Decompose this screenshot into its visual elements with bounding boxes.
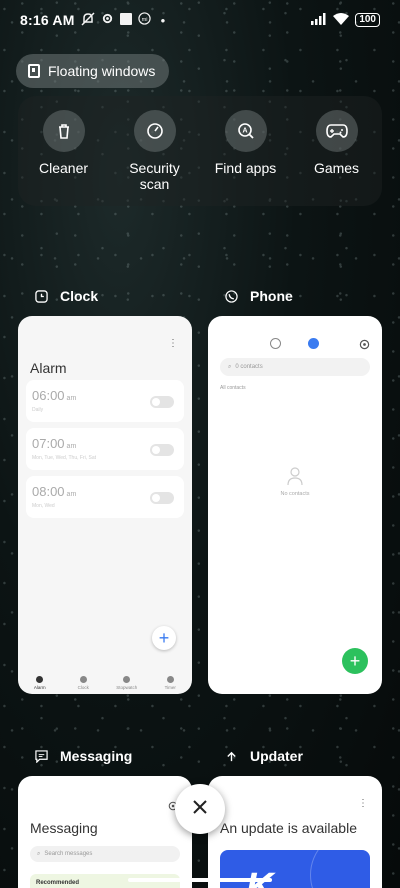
dot-icon: • (160, 12, 166, 28)
update-banner: K (220, 850, 370, 888)
status-bar: 8:16 AM mi • 100 (0, 0, 400, 40)
banner-decoration (310, 850, 370, 888)
floating-windows-button[interactable]: Floating windows (16, 54, 170, 88)
empty-state-text: No contacts (280, 491, 310, 497)
quick-tools-panel: Cleaner Security scan A Find apps Games (18, 96, 382, 206)
tool-cleaner[interactable]: Cleaner (18, 96, 109, 206)
search-icon: ⌕ (228, 363, 232, 370)
nav-alarm: Alarm (18, 676, 62, 690)
app-name: Phone (250, 288, 293, 304)
mute-icon (81, 11, 95, 29)
phone-app-icon (224, 289, 238, 303)
signal-icon (311, 12, 327, 28)
clock-app-icon (34, 289, 48, 303)
add-alarm-button: + (152, 626, 176, 650)
clear-all-button[interactable] (175, 784, 225, 834)
nav-stopwatch: Stopwatch (105, 676, 149, 690)
tool-games[interactable]: Games (291, 96, 382, 206)
tool-label: Cleaner (38, 160, 89, 176)
close-icon (192, 799, 208, 820)
alarm-item: 07:00 am Mon, Tue, Wed, Thu, Fri, Sat (26, 428, 184, 470)
nav-clock: Clock (62, 676, 106, 690)
tool-find-apps[interactable]: A Find apps (200, 96, 291, 206)
app-header-phone: Phone (224, 288, 293, 304)
more-options-icon[interactable]: ⋮ (358, 798, 368, 809)
alarm-period: am (66, 395, 77, 402)
message-app-icon (34, 749, 48, 763)
gamepad-icon (315, 110, 358, 152)
app-name: Updater (250, 748, 303, 764)
trash-icon (42, 110, 85, 152)
stopwatch-icon (123, 676, 131, 683)
banner-letter: K (246, 866, 274, 888)
alarm-time: 08:00 (32, 484, 65, 499)
app-name: Clock (60, 288, 99, 304)
alarm-toggle (150, 396, 174, 408)
messages-search: ⌕ Search messages (30, 846, 180, 862)
screen-title: Messaging (30, 820, 98, 836)
alarm-time: 07:00 (32, 436, 65, 451)
home-indicator[interactable] (128, 878, 272, 882)
recent-card-clock[interactable]: ⋮ Alarm 06:00 am Daily 07:00 am Mon, Tue, … (18, 316, 192, 694)
alarm-time: 06:00 (32, 388, 65, 403)
tool-label: Find apps (214, 160, 277, 176)
person-icon (286, 466, 304, 486)
svg-text:A: A (242, 128, 247, 135)
recent-card-updater[interactable]: ⋮ An update is available K (208, 776, 382, 888)
tool-label: Games (313, 160, 360, 176)
updater-app-icon (224, 749, 238, 763)
alarm-repeat: Mon, Wed (32, 503, 55, 509)
contacts-search-placeholder: 0 contacts (235, 364, 263, 370)
app-header-updater: Updater (224, 748, 303, 764)
gauge-icon (133, 110, 176, 152)
app-header-messaging: Messaging (34, 748, 132, 764)
search-a-icon: A (224, 110, 267, 152)
settings-gear-icon (359, 337, 370, 355)
alarm-item: 08:00 am Mon, Wed (26, 476, 184, 518)
clock-icon (79, 676, 87, 683)
nav-timer: Timer (149, 676, 193, 690)
screen-title: Alarm (30, 360, 67, 376)
clock-bottom-nav: Alarm Clock Stopwatch Timer (18, 676, 192, 690)
svg-text:mi: mi (141, 17, 147, 23)
alarm-icon (36, 676, 44, 683)
alarm-toggle (150, 492, 174, 504)
app-header-clock: Clock (34, 288, 98, 304)
recent-card-phone[interactable]: ⌕ 0 contacts All contacts No contacts + (208, 316, 382, 694)
tool-label: Security scan (129, 160, 180, 192)
status-time: 8:16 AM (20, 12, 75, 28)
alarm-repeat: Daily (32, 407, 44, 413)
alarm-item: 06:00 am Daily (26, 380, 184, 422)
wifi-icon (333, 12, 350, 28)
contacts-search: ⌕ 0 contacts (220, 358, 370, 376)
messages-search-placeholder: Search messages (44, 851, 93, 857)
search-icon: ⌕ (37, 850, 41, 857)
tool-security-scan[interactable]: Security scan (109, 96, 200, 206)
battery-indicator: 100 (355, 13, 380, 27)
all-contacts-filter: All contacts (220, 385, 246, 391)
floating-windows-label: Floating windows (48, 63, 156, 79)
alarm-toggle (150, 444, 174, 456)
hourglass-icon (166, 676, 174, 683)
mi-icon: mi (137, 12, 151, 28)
add-contact-button: + (342, 648, 368, 674)
alarm-repeat: Mon, Tue, Wed, Thu, Fri, Sat (32, 455, 97, 461)
alarm-period: am (66, 491, 77, 498)
recent-card-messaging[interactable]: Messaging ⌕ Search messages Recommended (18, 776, 192, 888)
alarm-period: am (66, 443, 77, 450)
screen-title: An update is available (220, 820, 357, 836)
floating-window-icon (28, 64, 40, 78)
contacts-tab-icon (308, 338, 319, 349)
settings-icon (101, 12, 114, 28)
app-name: Messaging (60, 748, 133, 764)
call-log-tab-icon (270, 338, 281, 349)
more-options-icon[interactable]: ⋮ (168, 338, 178, 349)
square-icon (119, 12, 132, 28)
